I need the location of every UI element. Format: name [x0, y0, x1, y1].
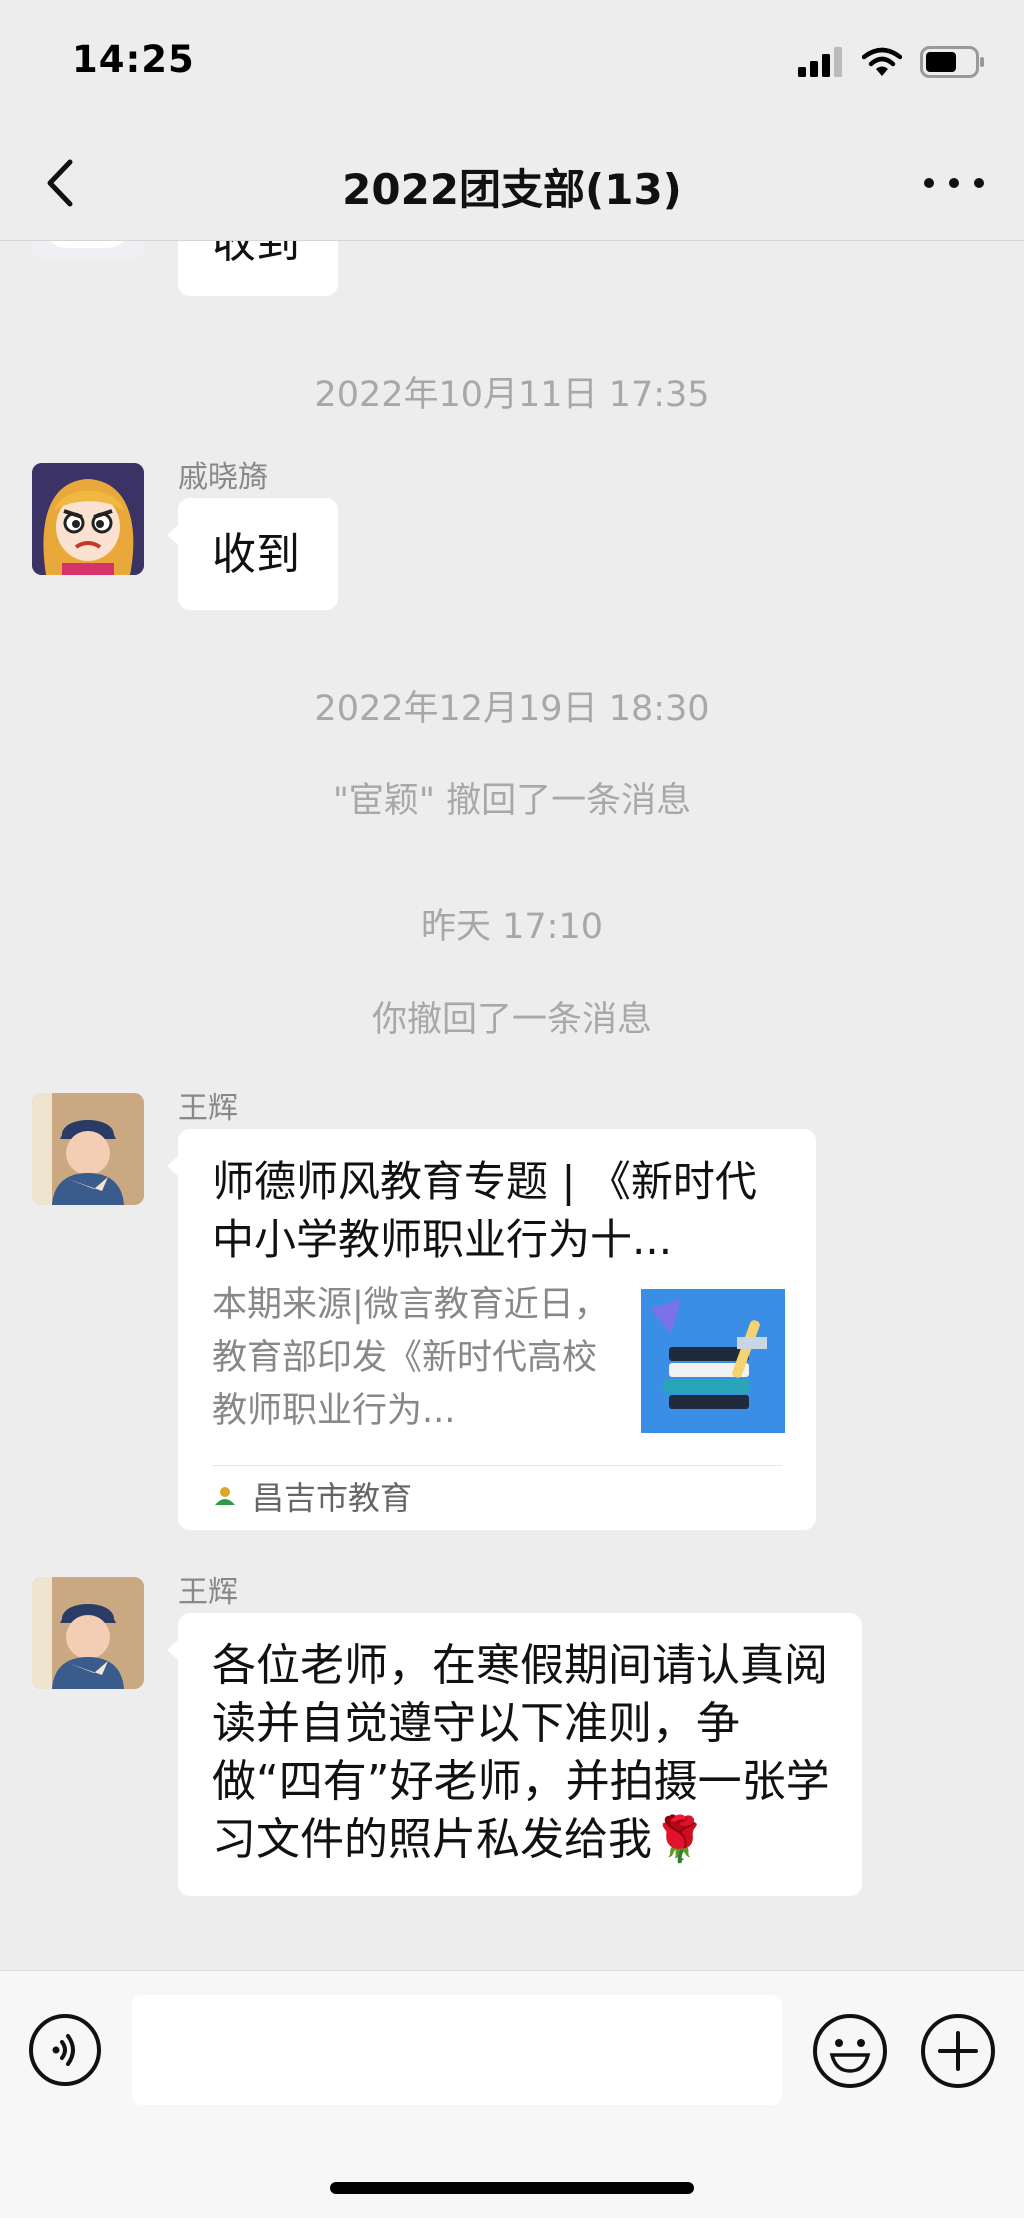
- message-bubble[interactable]: 收到: [167, 498, 338, 610]
- avatar[interactable]: [32, 463, 144, 575]
- avatar[interactable]: [32, 1577, 144, 1689]
- voice-icon[interactable]: [28, 2013, 102, 2087]
- books-illustration-icon: [641, 1289, 785, 1433]
- recall-notice: "宦颖" 撤回了一条消息: [332, 781, 692, 821]
- more-icon[interactable]: [924, 158, 984, 208]
- child-photo-avatar-icon: [32, 1093, 144, 1205]
- recall-notice: 你撤回了一条消息: [371, 1000, 652, 1040]
- avatar[interactable]: [32, 1093, 144, 1205]
- article-source: 昌吉市教育: [212, 1473, 412, 1519]
- plus-icon[interactable]: [920, 2013, 996, 2089]
- article-title: 师德师风教育专题 | 《新时代中小学教师职业行为十...: [212, 1157, 757, 1264]
- chat-header: 2022团支部(13): [0, 120, 1024, 241]
- cartoon-girl-avatar-icon: [32, 463, 144, 575]
- article-card[interactable]: 师德师风教育专题 | 《新时代中小学教师职业行为十... 本期来源|微言教育近日…: [167, 1129, 816, 1530]
- sender-name: 王辉: [178, 1091, 238, 1126]
- sender-name: 王辉: [178, 1575, 238, 1610]
- message-list[interactable]: 收到 2022年10月11日 17:35 戚晓旖 收到 2022年12月19日 …: [0, 0, 1024, 1970]
- timestamp: 昨天 17:10: [421, 907, 603, 947]
- source-name: 昌吉市教育: [252, 1479, 413, 1517]
- emoji-icon[interactable]: [812, 2013, 888, 2089]
- input-bar: [0, 1970, 1024, 2218]
- sender-name: 戚晓旖: [178, 460, 268, 495]
- message-text: 收到: [212, 529, 300, 580]
- timestamp: 2022年12月19日 18:30: [314, 689, 710, 729]
- article-description: 本期来源|微言教育近日，教育部印发《新时代高校教师职业行为...: [212, 1285, 609, 1431]
- child-photo-avatar-icon: [32, 1577, 144, 1689]
- message-text: 各位老师，在寒假期间请认真阅读并自觉遵守以下准则，争做“四有”好老师，并拍摄一张…: [212, 1640, 830, 1865]
- message-bubble[interactable]: 各位老师，在寒假期间请认真阅读并自觉遵守以下准则，争做“四有”好老师，并拍摄一张…: [167, 1613, 862, 1896]
- card-divider: [212, 1465, 782, 1466]
- article-thumbnail: [641, 1289, 785, 1433]
- source-logo-icon: [215, 1487, 235, 1505]
- message-input[interactable]: [132, 1995, 782, 2105]
- chat-title: 2022团支部(13): [342, 165, 682, 214]
- timestamp: 2022年10月11日 17:35: [314, 375, 710, 415]
- home-indicator[interactable]: [330, 2182, 694, 2194]
